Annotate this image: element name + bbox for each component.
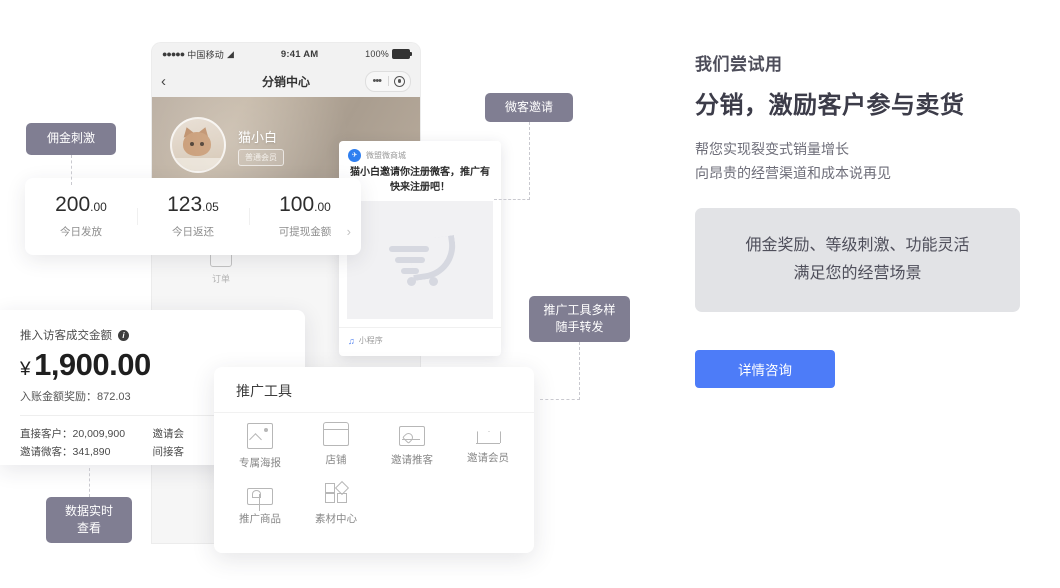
wifi-icon: ◢ xyxy=(227,48,235,59)
wechat-card-header: ✈ 微盟微商城 xyxy=(339,141,501,166)
promo-item-label: 邀请推客 xyxy=(391,454,433,466)
headline-text: 分销，激励客户参与卖货 xyxy=(695,92,965,119)
stat-value: 123.05 xyxy=(167,193,219,216)
signal-dots-icon: ●●●●● xyxy=(162,49,185,59)
promotion-tools-grid: 专属海报 店铺 邀请推客 邀请会员 推广商品 素材中心 xyxy=(214,413,534,537)
status-battery-group: 100% xyxy=(365,49,412,59)
battery-percent: 100% xyxy=(365,49,389,59)
connector-line xyxy=(579,342,580,400)
weimob-logo-icon: ✈ xyxy=(348,149,361,162)
gift-icon xyxy=(247,488,273,511)
callout-line-2: 满足您的经营场景 xyxy=(793,264,922,282)
daily-stats-card: 200.00 今日发放 123.05 今日返还 100.00 可提现金额 › xyxy=(25,178,361,255)
breakdown-row: 直接客户：20,009,900 xyxy=(20,428,126,440)
miniprogram-label: 小程序 xyxy=(358,336,383,345)
avatar xyxy=(170,117,226,173)
breakdown-row: 邀请微客：341,890 xyxy=(20,446,111,459)
subcopy-line-2: 向昂贵的经营渠道和成本说再见 xyxy=(695,164,891,181)
promo-item-label: 专属海报 xyxy=(239,457,281,469)
stat-label: 今日发放 xyxy=(60,226,102,238)
callout-line-1: 佣金奖励、等级刺激、功能灵活 xyxy=(745,236,970,254)
promo-item-label: 素材中心 xyxy=(315,513,357,525)
subcopy: 帮您实现裂变式销量增长 向昂贵的经营渠道和成本说再见 xyxy=(695,138,1020,186)
annotation-data: 数据实时 查看 xyxy=(46,497,132,543)
miniprogram-icon: ♫ xyxy=(348,335,355,346)
stat-cell-returned[interactable]: 123.05 今日返还 xyxy=(137,194,249,239)
image-icon xyxy=(247,423,273,449)
phone-tab-label: 订单 xyxy=(211,274,230,284)
membership-badge: 普通会员 xyxy=(238,149,284,166)
battery-icon xyxy=(392,49,412,59)
wechat-card-image xyxy=(347,201,493,319)
status-time: 9:41 AM xyxy=(280,48,319,60)
promo-item-label: 邀请会员 xyxy=(467,452,509,464)
user-name: 猫小白 xyxy=(238,130,278,145)
stat-cell-issued[interactable]: 200.00 今日发放 xyxy=(25,194,137,239)
breakdown-column-left: 直接客户：20,009,900 邀请微客：341,890 xyxy=(20,425,153,462)
info-icon[interactable]: i xyxy=(118,329,129,341)
crown-icon xyxy=(476,429,500,444)
wechat-capsule[interactable]: ••• xyxy=(365,70,411,92)
feature-callout: 佣金奖励、等级刺激、功能灵活 满足您的经营场景 xyxy=(695,207,1020,312)
promo-item-invite-member[interactable]: 邀请会员 xyxy=(450,423,526,470)
currency-symbol: ¥ xyxy=(20,359,31,380)
promo-item-poster[interactable]: 专属海报 xyxy=(222,423,298,470)
promo-item-invite-promoter[interactable]: 邀请推客 xyxy=(374,423,450,470)
connector-line xyxy=(494,199,530,200)
promo-item-label: 店铺 xyxy=(325,454,347,466)
wechat-share-card[interactable]: ✈ 微盟微商城 猫小白邀请你注册微客，推广有 快来注册吧！ ♫ 小程序 xyxy=(339,141,501,356)
wechat-card-message: 猫小白邀请你注册微客，推广有 快来注册吧！ xyxy=(350,167,490,193)
phone-navbar: ‹ 分销中心 ••• xyxy=(152,65,420,97)
promo-item-products[interactable]: 推广商品 xyxy=(222,481,298,526)
earnings-header: 推入访客成交金额 i xyxy=(20,327,285,343)
close-miniprogram-button[interactable] xyxy=(389,75,411,87)
cat-avatar-image xyxy=(172,119,224,171)
promo-item-label: 推广商品 xyxy=(239,513,281,525)
target-icon xyxy=(393,75,405,87)
annotation-tools: 推广工具多样 随手转发 xyxy=(529,296,630,342)
stat-cell-withdrawable[interactable]: 100.00 可提现金额 › xyxy=(249,194,361,239)
promotion-tools-panel: 推广工具 专属海报 店铺 邀请推客 邀请会员 推广商品 素材中心 xyxy=(214,367,534,553)
carrier-label: 中国移动 xyxy=(187,49,224,60)
details-inquiry-button[interactable]: 详情咨询 xyxy=(695,349,835,388)
shop-icon xyxy=(322,422,350,446)
shopping-cart-icon xyxy=(383,232,460,288)
promotion-tools-title: 推广工具 xyxy=(214,367,534,413)
marketing-copy: 我们尝试用 分销，激励客户参与卖货 帮您实现裂变式销量增长 向昂贵的经营渠道和成… xyxy=(695,50,1020,388)
promo-item-shop[interactable]: 店铺 xyxy=(298,422,374,470)
subcopy-line-1: 帮您实现裂变式销量增长 xyxy=(695,141,849,157)
stat-label: 今日返还 xyxy=(172,226,214,238)
wechat-card-source: 微盟微商城 xyxy=(366,151,406,160)
connector-line xyxy=(540,399,580,400)
page-root: ●●●●● 中国移动 ◢ 9:41 AM 100% ‹ 分销中心 ••• 猫小白… xyxy=(0,0,1060,588)
connector-line xyxy=(529,122,530,200)
chevron-right-icon[interactable]: › xyxy=(347,224,351,239)
eyebrow-text: 我们尝试用 xyxy=(695,55,783,74)
phone-status-bar: ●●●●● 中国移动 ◢ 9:41 AM 100% xyxy=(152,43,420,65)
promo-item-material-center[interactable]: 素材中心 xyxy=(298,480,374,526)
amount-value: 1,900.00 xyxy=(34,347,151,382)
stat-label: 可提现金额 xyxy=(278,226,332,238)
stat-value: 200.00 xyxy=(55,193,107,216)
connector-line xyxy=(89,468,90,497)
envelope-heart-icon xyxy=(399,426,425,446)
wechat-card-footer: ♫ 小程序 xyxy=(339,327,501,353)
annotation-commission: 佣金刺激 xyxy=(26,123,116,155)
grid-icon xyxy=(324,480,350,505)
earnings-title: 推入访客成交金额 xyxy=(20,330,112,342)
connector-line xyxy=(71,155,72,185)
stat-value: 100.00 xyxy=(279,193,331,216)
status-carrier-group: ●●●●● 中国移动 ◢ xyxy=(162,48,234,61)
annotation-invite: 微客邀请 xyxy=(485,93,573,122)
